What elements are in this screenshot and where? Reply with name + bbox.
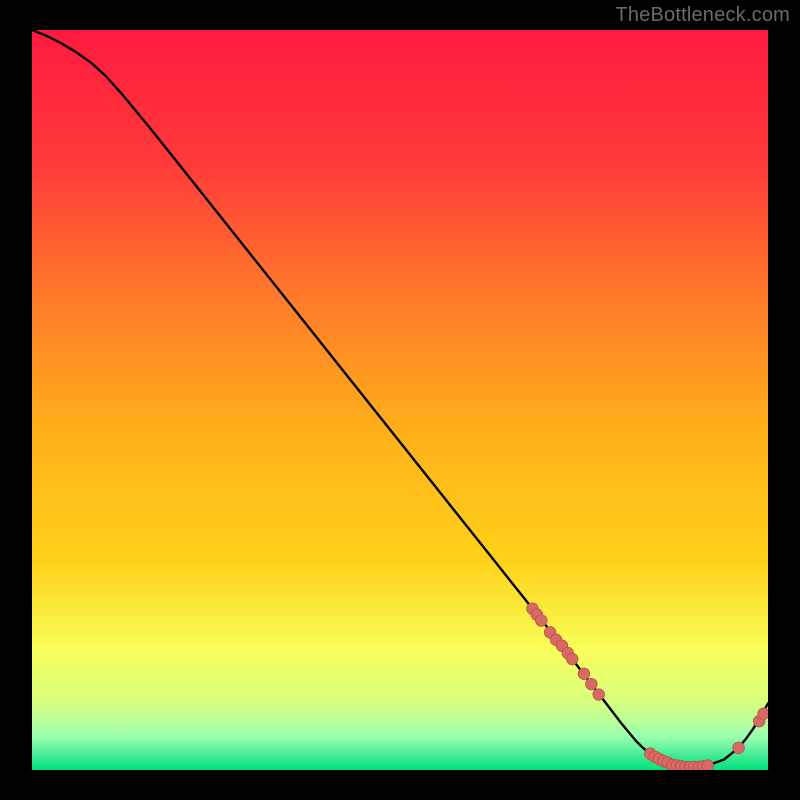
chart-area xyxy=(32,30,768,770)
watermark-text: TheBottleneck.com xyxy=(615,4,790,27)
chart-svg xyxy=(32,30,768,770)
